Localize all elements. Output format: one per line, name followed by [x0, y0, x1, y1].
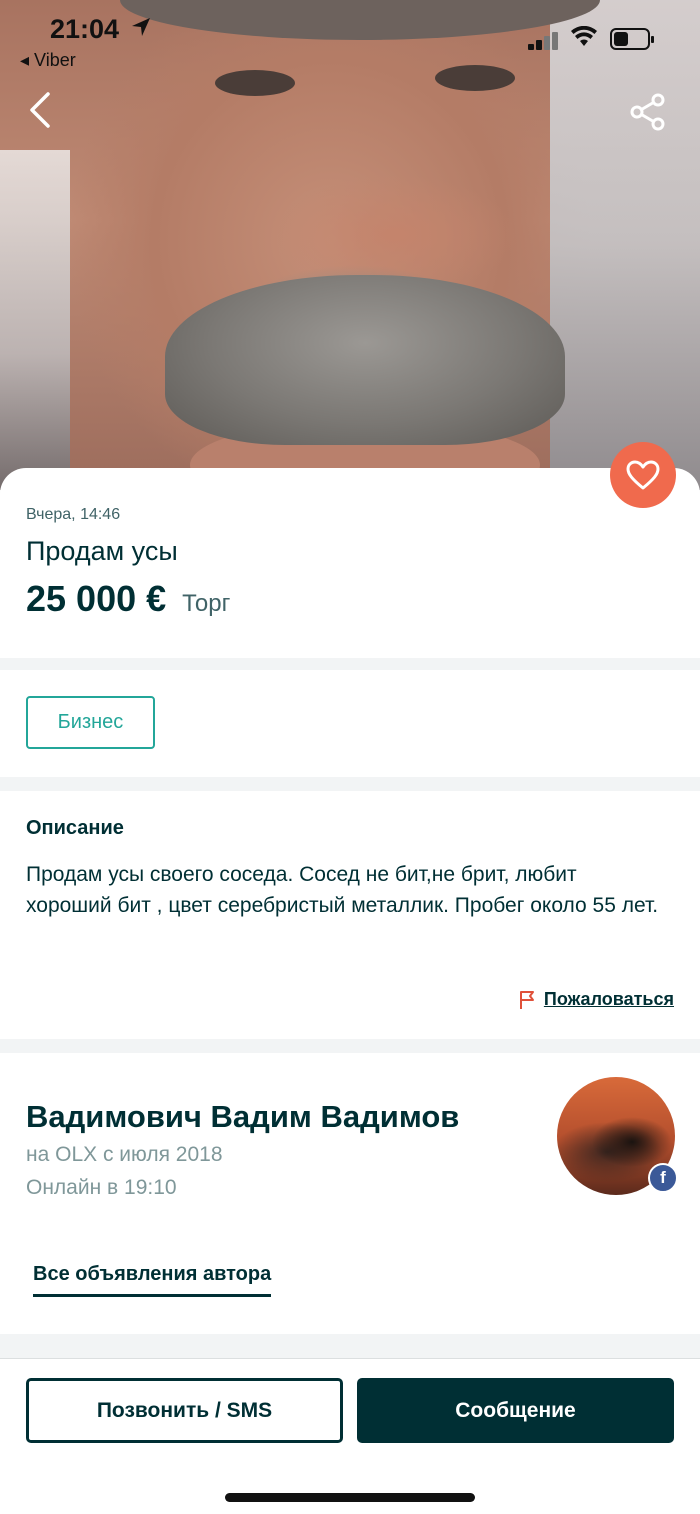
- cellular-signal-icon: [528, 30, 560, 50]
- photo-background: [0, 150, 70, 490]
- back-to-app-link[interactable]: ◂ Viber: [20, 50, 76, 71]
- seller-member-since: на OLX с июля 2018: [26, 1143, 223, 1166]
- flag-icon: [519, 990, 534, 1009]
- message-button[interactable]: Сообщение: [357, 1378, 674, 1443]
- favorite-button[interactable]: [610, 442, 676, 508]
- share-icon: [630, 93, 665, 131]
- bottom-action-bar: Позвонить / SMS Сообщение: [0, 1358, 700, 1514]
- listing-date: Вчера, 14:46: [26, 506, 121, 523]
- home-indicator[interactable]: [225, 1493, 475, 1502]
- battery-icon: [610, 28, 654, 50]
- status-bar: 21:04 ◂ Viber: [0, 0, 700, 80]
- description-text: Продам усы своего соседа. Сосед не бит,н…: [26, 863, 659, 917]
- report-link[interactable]: Пожаловаться: [518, 989, 674, 1010]
- listing-title: Продам усы: [26, 536, 178, 566]
- heart-icon: [626, 460, 660, 490]
- negotiable-label: Торг: [182, 590, 231, 617]
- category-tag[interactable]: Бизнес: [26, 696, 155, 749]
- seller-last-online: Онлайн в 19:10: [26, 1176, 177, 1199]
- description-heading: Описание: [26, 817, 124, 839]
- seller-name: Вадимович Вадим Вадимов: [26, 1099, 460, 1134]
- chevron-left-icon: [30, 92, 50, 128]
- listing-summary-card: Вчера, 14:46 Продам усы 25 000 € Торг: [0, 468, 700, 658]
- listing-price: 25 000 €: [26, 578, 167, 619]
- back-button[interactable]: [22, 88, 62, 132]
- call-sms-button[interactable]: Позвонить / SMS: [26, 1378, 343, 1443]
- description-card: Описание Продам усы своего соседа. Сосед…: [0, 791, 700, 1039]
- facebook-icon: f: [648, 1163, 678, 1193]
- photo-moustache: [165, 275, 565, 445]
- category-card: Бизнес: [0, 670, 700, 777]
- price-row: 25 000 € Торг: [26, 578, 230, 620]
- report-label: Пожаловаться: [543, 989, 674, 1009]
- location-arrow-icon: [130, 16, 152, 44]
- share-button[interactable]: [628, 92, 668, 132]
- seller-card: Вадимович Вадим Вадимов на OLX с июля 20…: [0, 1053, 700, 1334]
- wifi-icon: [570, 25, 598, 55]
- all-seller-ads-link[interactable]: Все объявления автора: [33, 1263, 272, 1297]
- status-time: 21:04: [50, 14, 120, 44]
